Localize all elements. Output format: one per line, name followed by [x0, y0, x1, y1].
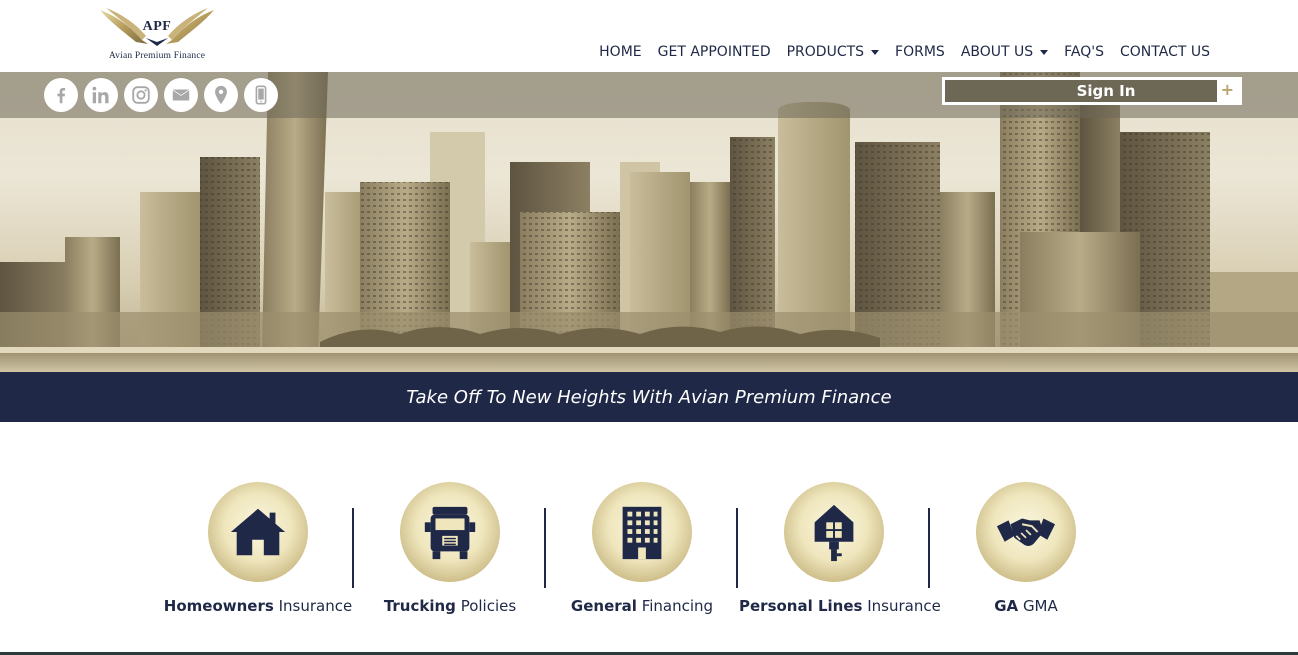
category-divider	[544, 508, 546, 588]
sign-in-button[interactable]: Sign In +	[942, 77, 1242, 105]
category-badge	[976, 482, 1076, 582]
category-label-rest: Policies	[460, 597, 517, 615]
category-ga-gma[interactable]: GA GMA	[931, 482, 1121, 615]
mobile-phone-icon	[255, 85, 267, 105]
category-badge	[400, 482, 500, 582]
house-key-icon	[814, 504, 854, 562]
house-icon	[230, 508, 286, 556]
nav-forms-label: FORMS	[895, 44, 945, 60]
site-logo[interactable]: APF Avian Premium Finance	[96, 6, 218, 64]
sign-in-label: Sign In	[1076, 82, 1136, 100]
plus-icon: +	[1220, 80, 1234, 99]
logo-company-name: Avian Premium Finance	[108, 51, 206, 61]
main-nav: HOME GET APPOINTED PRODUCTS FORMS ABOUT …	[591, 44, 1218, 60]
nav-faqs-label: FAQ'S	[1064, 44, 1105, 60]
tagline-text: Take Off To New Heights With Avian Premi…	[406, 386, 892, 408]
category-divider	[928, 508, 930, 588]
office-building-icon	[622, 506, 662, 560]
logo-abbreviation: APF	[142, 19, 172, 34]
location-pin-icon	[215, 85, 227, 105]
category-label: Homeowners Insurance	[163, 597, 353, 615]
category-trucking-policies[interactable]: Trucking Policies	[355, 482, 545, 615]
phone-link[interactable]	[244, 78, 278, 112]
category-label-rest: Financing	[641, 597, 714, 615]
category-homeowners-insurance[interactable]: Homeowners Insurance	[163, 482, 353, 615]
nav-home[interactable]: HOME	[591, 44, 649, 60]
category-label: General Financing	[547, 597, 737, 615]
category-divider	[736, 508, 738, 588]
nav-products-label: PRODUCTS	[786, 44, 865, 60]
nav-get-appointed-label: GET APPOINTED	[657, 44, 771, 60]
handshake-icon	[996, 518, 1056, 546]
category-label-bold: Trucking	[383, 597, 456, 615]
category-label-rest: Insurance	[278, 597, 353, 615]
nav-forms[interactable]: FORMS	[887, 44, 953, 60]
truck-icon	[424, 506, 476, 560]
category-badge	[208, 482, 308, 582]
category-label: Personal Lines Insurance	[739, 597, 941, 615]
social-links	[44, 78, 278, 112]
product-categories: Homeowners Insurance Trucking Policies G…	[0, 470, 1298, 630]
nav-home-label: HOME	[599, 44, 642, 60]
category-general-financing[interactable]: General Financing	[547, 482, 737, 615]
instagram-link[interactable]	[124, 78, 158, 112]
instagram-icon	[132, 86, 150, 104]
category-label-bold: General	[570, 597, 637, 615]
caret-down-icon	[1040, 49, 1049, 55]
nav-contact-us-label: CONTACT US	[1120, 44, 1210, 60]
site-header: APF Avian Premium Finance HOME GET APPOI…	[0, 0, 1298, 72]
sign-in-field: Sign In	[945, 80, 1217, 102]
facebook-icon	[57, 87, 66, 104]
category-label: Trucking Policies	[355, 597, 545, 615]
category-label-bold: GA	[994, 597, 1019, 615]
category-personal-lines-insurance[interactable]: Personal Lines Insurance	[739, 482, 941, 615]
category-badge	[784, 482, 884, 582]
category-label-bold: Homeowners	[163, 597, 274, 615]
category-label-rest: Insurance	[867, 597, 941, 615]
category-badge	[592, 482, 692, 582]
facebook-link[interactable]	[44, 78, 78, 112]
category-label: GA GMA	[931, 597, 1121, 615]
tagline-bar: Take Off To New Heights With Avian Premi…	[0, 372, 1298, 422]
caret-down-icon	[871, 49, 880, 55]
email-link[interactable]	[164, 78, 198, 112]
category-divider	[352, 508, 354, 588]
nav-faqs[interactable]: FAQ'S	[1056, 44, 1112, 60]
nav-products-dropdown[interactable]: PRODUCTS	[779, 44, 887, 60]
linkedin-link[interactable]	[84, 78, 118, 112]
linkedin-icon	[92, 86, 109, 104]
nav-contact-us[interactable]: CONTACT US	[1112, 44, 1218, 60]
mail-icon	[172, 89, 190, 101]
nav-about-us-label: ABOUT US	[960, 44, 1034, 60]
nav-about-us-dropdown[interactable]: ABOUT US	[953, 44, 1056, 60]
category-label-rest: GMA	[1022, 597, 1058, 615]
location-link[interactable]	[204, 78, 238, 112]
nav-get-appointed[interactable]: GET APPOINTED	[650, 44, 779, 60]
category-label-bold: Personal Lines	[739, 597, 863, 615]
